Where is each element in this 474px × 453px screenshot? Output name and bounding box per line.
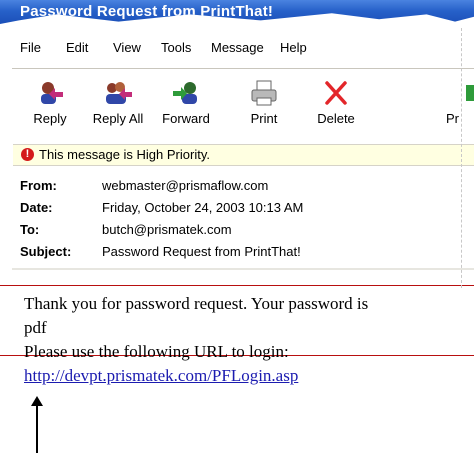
- forward-icon: [173, 82, 197, 104]
- date-label: Date:: [20, 200, 53, 215]
- priority-bar: ! This message is High Priority.: [13, 144, 474, 166]
- reply-all-label: Reply All: [92, 111, 144, 126]
- reply-button[interactable]: Reply: [18, 75, 82, 133]
- priority-text: This message is High Priority.: [39, 147, 210, 162]
- reply-all-button[interactable]: Reply All: [86, 75, 150, 133]
- menu-tools[interactable]: Tools: [161, 40, 191, 55]
- torn-right-edge: [461, 28, 474, 288]
- delete-button[interactable]: Delete: [304, 75, 368, 133]
- body-line-2: pdf: [24, 318, 47, 337]
- to-value[interactable]: butch@prismatek.com: [102, 222, 232, 237]
- menu-edit[interactable]: Edit: [66, 40, 88, 55]
- printer-icon: [251, 80, 277, 106]
- reply-all-icon: [106, 82, 132, 104]
- subject-label: Subject:: [20, 244, 72, 259]
- body-line-3: Please use the following URL to login:: [24, 342, 289, 361]
- print-button[interactable]: Print: [232, 75, 296, 133]
- forward-button[interactable]: Forward: [154, 75, 218, 133]
- exclamation-icon: !: [21, 148, 34, 161]
- reply-icon: [41, 82, 63, 104]
- toolbar: Reply Reply All Forward Print Delete Pr: [12, 68, 474, 135]
- menu-file[interactable]: File: [20, 40, 41, 55]
- date-value: Friday, October 24, 2003 10:13 AM: [102, 200, 304, 215]
- forward-label: Forward: [162, 111, 210, 126]
- menu-message[interactable]: Message: [211, 40, 264, 55]
- delete-label: Delete: [317, 111, 355, 126]
- email-window-screenshot: Password Request from PrintThat! File Ed…: [0, 0, 474, 453]
- delete-x-icon: [325, 81, 347, 105]
- menu-help[interactable]: Help: [280, 40, 307, 55]
- menu-bar: File Edit View Tools Message Help: [12, 36, 462, 62]
- login-link[interactable]: http://devpt.prismatek.com/PFLogin.asp: [24, 366, 298, 386]
- message-headers: From: webmaster@prismaflow.com Date: Fri…: [13, 168, 474, 270]
- subject-value: Password Request from PrintThat!: [102, 244, 301, 259]
- to-label: To:: [20, 222, 40, 237]
- print-label: Print: [250, 111, 278, 126]
- reply-label: Reply: [33, 111, 67, 126]
- menu-view[interactable]: View: [113, 40, 141, 55]
- from-value[interactable]: webmaster@prismaflow.com: [102, 178, 268, 193]
- pointer-arrow-shaft: [36, 404, 38, 453]
- from-label: From:: [20, 178, 57, 193]
- body-line-1: Thank you for password request. Your pas…: [24, 294, 369, 313]
- highlight-line-top: [0, 285, 474, 286]
- header-divider: [12, 268, 474, 270]
